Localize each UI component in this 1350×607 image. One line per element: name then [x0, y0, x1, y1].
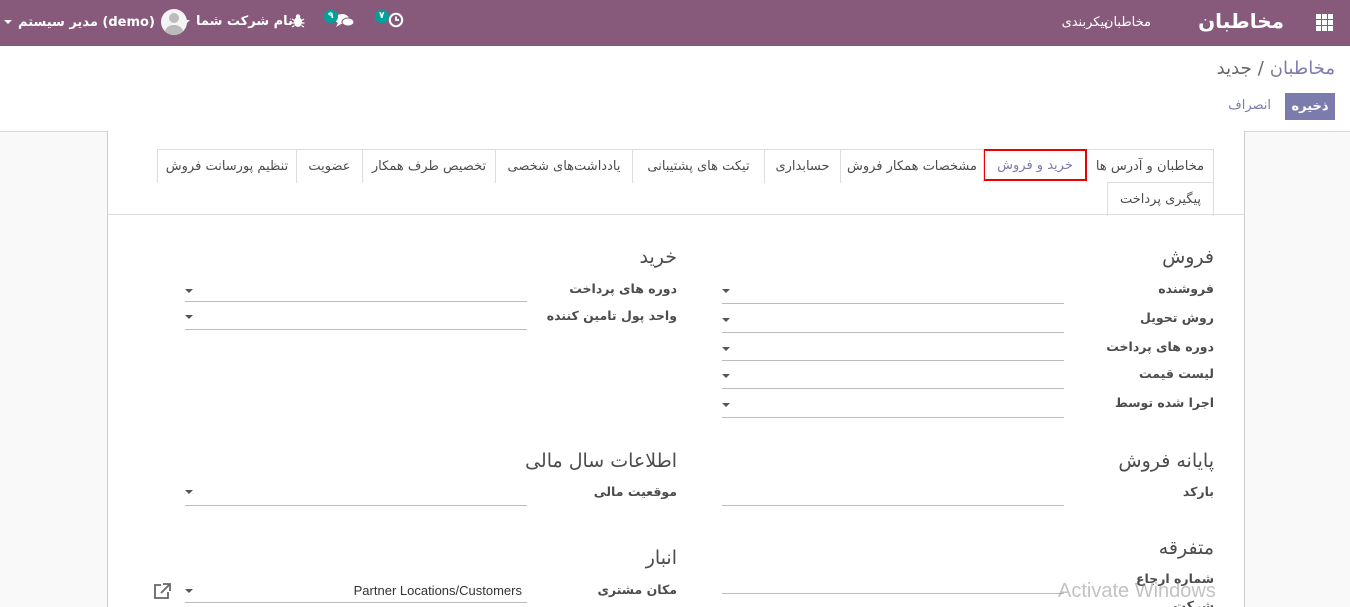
apps-grid-icon[interactable]: [1316, 14, 1333, 31]
tab-partner-specs[interactable]: مشخصات همکار فروش: [840, 149, 984, 183]
discard-button[interactable]: انصراف: [1228, 98, 1271, 113]
supplier-currency-field[interactable]: [185, 329, 527, 330]
chevron-down-icon[interactable]: [722, 289, 730, 293]
debug-button[interactable]: [291, 13, 305, 29]
breadcrumb: جدید / مخاطبان: [1217, 58, 1335, 79]
chevron-down-icon[interactable]: [185, 315, 193, 319]
customer-location-field[interactable]: [185, 602, 527, 603]
label-executed-by: اجرا شده توسط: [1114, 395, 1214, 410]
section-misc-title: متفرقه: [1158, 537, 1214, 559]
tab-personal-notes[interactable]: یادداشت‌های شخصی: [495, 149, 633, 183]
label-purchase-payment-terms: دوره های پرداخت: [569, 281, 677, 296]
label-pricelist: لیست قیمت: [1139, 366, 1214, 381]
reference-field[interactable]: [722, 593, 1064, 594]
label-delivery-method: روش تحویل: [1140, 310, 1214, 325]
barcode-field[interactable]: [722, 505, 1064, 506]
save-button[interactable]: ذخیره: [1285, 93, 1335, 120]
tab-sales-purchase[interactable]: خرید و فروش: [983, 149, 1087, 181]
salesperson-field[interactable]: [722, 303, 1064, 304]
breadcrumb-current: جدید: [1216, 58, 1252, 79]
activity-badge: ۷: [375, 10, 389, 23]
purchase-payment-terms-field[interactable]: [185, 301, 527, 302]
chevron-down-icon[interactable]: [722, 374, 730, 378]
label-customer-location: مکان مشتری: [597, 582, 677, 597]
messages-badge: ۹: [324, 10, 338, 23]
windows-activation-watermark: Activate Windows: [1058, 580, 1216, 602]
section-sales-title: فروش: [1162, 246, 1214, 268]
section-inventory-title: انبار: [645, 547, 677, 569]
tab-membership[interactable]: عضویت: [296, 149, 363, 183]
tabs-divider: [108, 214, 1244, 215]
chevron-down-icon[interactable]: [722, 403, 730, 407]
breadcrumb-parent[interactable]: مخاطبان: [1270, 58, 1335, 79]
menu-contacts[interactable]: مخاطبان: [1104, 15, 1151, 30]
section-pos-title: پایانه فروش: [1118, 450, 1214, 472]
form-sheet: [107, 131, 1245, 607]
customer-location-value[interactable]: Partner Locations/Customers: [354, 583, 522, 598]
tab-commission-settings[interactable]: تنظیم پورسانت فروش: [157, 149, 297, 183]
chevron-down-icon[interactable]: [185, 490, 193, 494]
tab-payment-followup[interactable]: پیگیری پرداخت: [1107, 182, 1214, 216]
tab-contacts-addresses[interactable]: مخاطبان و آدرس ها: [1086, 149, 1214, 183]
tab-support-tickets[interactable]: تیکت های پشتیبانی: [632, 149, 765, 183]
breadcrumb-separator: /: [1257, 58, 1264, 79]
user-name: مدیر سیستم (demo): [18, 14, 155, 30]
chevron-down-icon[interactable]: [722, 318, 730, 322]
label-fiscal-position: موقعیت مالی: [593, 484, 677, 499]
avatar: [160, 9, 187, 35]
chevron-down-icon[interactable]: [185, 289, 193, 293]
tab-partner-assignment[interactable]: تخصیص طرف همکار: [362, 149, 496, 183]
tab-accounting[interactable]: حسابداری: [764, 149, 841, 183]
chevron-down-icon: [4, 20, 12, 24]
label-salesperson: فروشنده: [1158, 281, 1214, 296]
chevron-down-icon[interactable]: [722, 347, 730, 351]
menu-configuration[interactable]: پیکربندی: [1062, 15, 1108, 30]
executed-by-field[interactable]: [722, 417, 1064, 418]
section-fiscal-title: اطلاعات سال مالی: [525, 450, 677, 472]
external-link-icon[interactable]: [152, 582, 172, 600]
delivery-method-field[interactable]: [722, 332, 1064, 333]
bug-icon: [291, 14, 305, 28]
company-name: نام شرکت شما: [196, 14, 293, 29]
label-barcode: بارکد: [1182, 484, 1214, 499]
sales-payment-terms-field[interactable]: [722, 360, 1064, 361]
company-switcher[interactable]: نام شرکت شما: [180, 14, 293, 29]
label-supplier-currency: واحد پول تامین کننده: [546, 308, 677, 323]
pricelist-field[interactable]: [722, 388, 1064, 389]
section-purchase-title: خرید: [639, 246, 678, 268]
user-menu[interactable]: مدیر سیستم (demo): [2, 9, 187, 35]
chevron-down-icon[interactable]: [185, 589, 193, 593]
fiscal-position-field[interactable]: [185, 505, 527, 506]
label-sales-payment-terms: دوره های پرداخت: [1106, 339, 1214, 354]
app-title[interactable]: مخاطبان: [1198, 9, 1284, 33]
top-navbar: مخاطبان مخاطبان پیکربندی ۷ ۹ نام شرکت شم…: [0, 0, 1350, 46]
